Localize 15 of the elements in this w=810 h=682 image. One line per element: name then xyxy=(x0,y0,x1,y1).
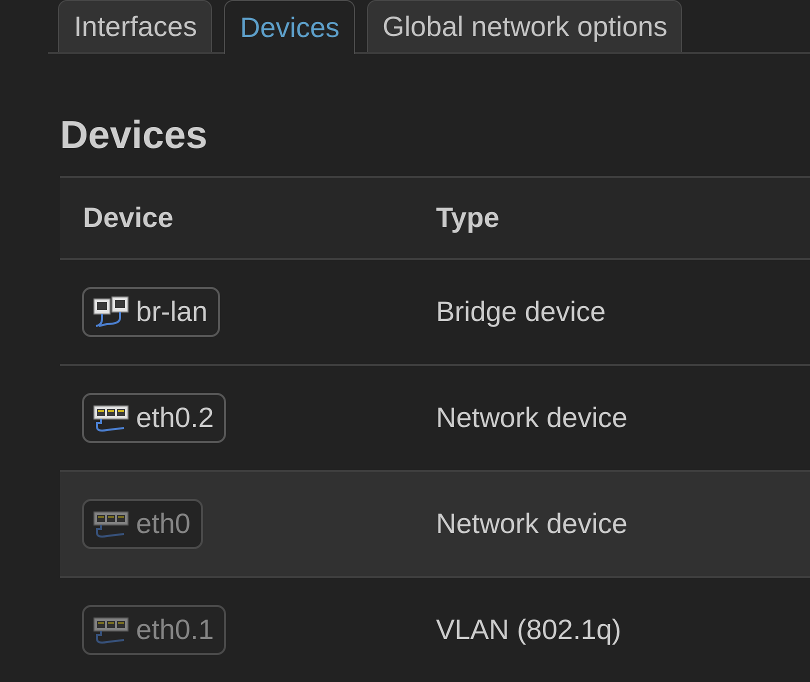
device-type: Network device xyxy=(436,402,628,434)
tab[interactable]: Global network options xyxy=(366,0,682,52)
device-type: Bridge device xyxy=(436,296,606,328)
device-name: eth0.1 xyxy=(136,614,214,646)
device-name: br-lan xyxy=(136,296,208,328)
section-heading: Devices xyxy=(60,113,208,158)
device-type: VLAN (802.1q) xyxy=(436,614,622,646)
tab[interactable]: Devices xyxy=(224,0,355,54)
column-header: Type xyxy=(436,202,500,234)
column-header: Device xyxy=(83,202,174,234)
device-type: Network device xyxy=(436,508,628,540)
tab[interactable]: Interfaces xyxy=(58,0,212,52)
device-name: eth0.2 xyxy=(136,402,214,434)
device-name: eth0 xyxy=(136,508,190,540)
bridge-ports-icon xyxy=(93,296,129,328)
